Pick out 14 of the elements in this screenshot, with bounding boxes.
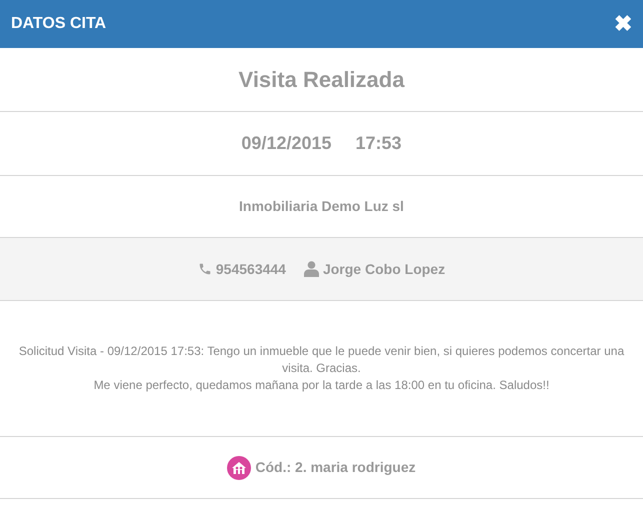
message-text: Solicitud Visita - 09/12/2015 17:53: Tengo un inmueble que le puede venir bien, si quieres podemos concertar una visita. Gracias. — [18, 343, 626, 377]
person-icon — [304, 261, 319, 277]
close-button[interactable]: ✖ — [614, 13, 632, 35]
house-family-icon — [227, 456, 252, 480]
visit-time: 17:53 — [356, 132, 402, 155]
code-label: Cód.: 2. maria rodriguez — [255, 458, 416, 477]
contact-name: Jorge Cobo Lopez — [322, 260, 446, 279]
message-text: Me viene perfecto, quedamos mañana por la tarde a las 18:00 en tu oficina. Saludos!! — [94, 377, 550, 394]
visit-date: 09/12/2015 — [241, 132, 332, 155]
status-title: Visita Realizada — [238, 66, 404, 94]
dialog-title: DATOS CITA — [11, 14, 106, 34]
phone-number: 954563444 — [216, 260, 286, 278]
agency-name: Inmobiliaria Demo Luz sl — [239, 197, 404, 216]
phone-icon — [198, 262, 212, 276]
